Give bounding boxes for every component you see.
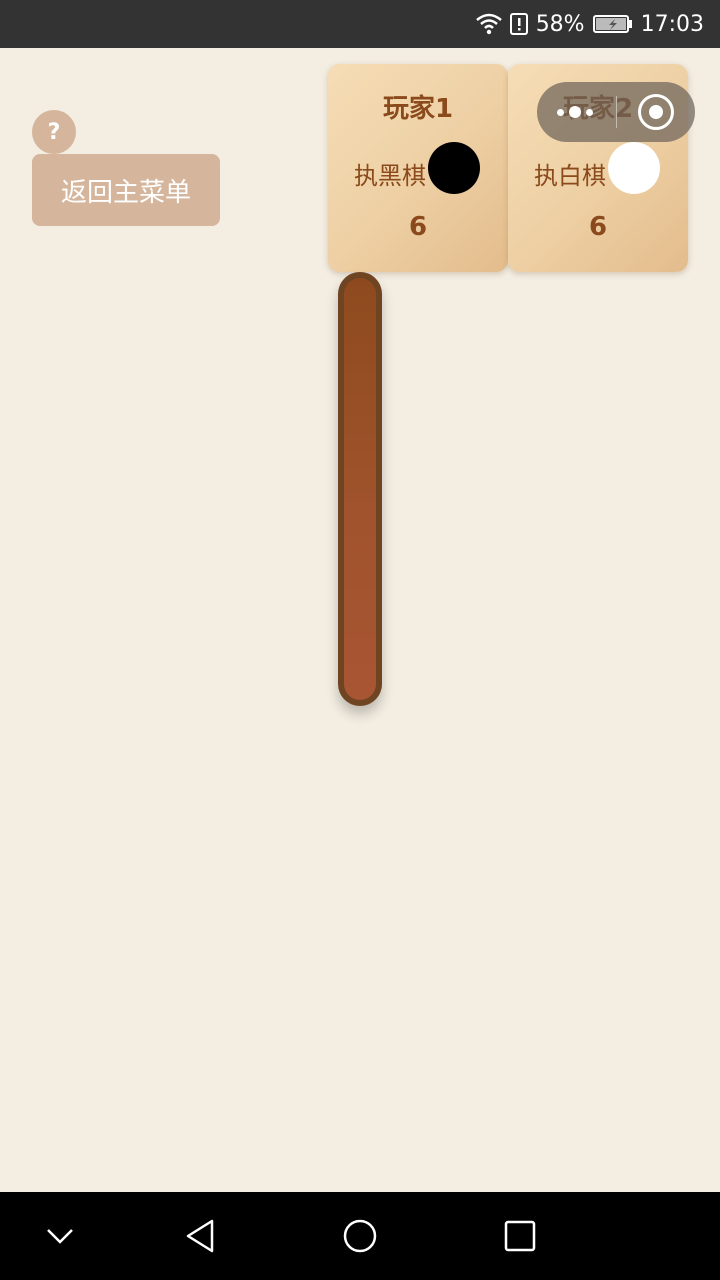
black-stone-icon [428,142,480,194]
chevron-down-icon[interactable] [20,1192,100,1280]
wifi-icon [475,13,502,35]
capsule-menu [537,82,695,142]
player-score: 6 [408,212,428,242]
help-button[interactable]: ? [32,110,76,154]
battery-percent: 58% [535,11,585,37]
recents-icon[interactable] [480,1192,560,1280]
more-icon[interactable] [557,82,617,142]
player-color-label: 执黑棋 [354,162,426,190]
board-surface[interactable] [344,278,376,700]
player-color-label: 执白棋 [534,162,606,190]
back-icon[interactable] [160,1192,240,1280]
close-target-icon[interactable] [638,94,674,130]
player-score: 6 [588,212,608,242]
player-card-1: 玩家1 执黑棋 6 [328,64,508,272]
clock: 17:03 [640,11,704,37]
capsule-divider [616,96,617,128]
status-icons: 58% 17:03 [475,0,704,48]
game-board[interactable] [338,272,382,706]
white-stone-icon [608,142,660,194]
return-main-menu-button[interactable]: 返回主菜单 [32,154,220,226]
navigation-bar [0,1192,720,1280]
battery-alert-icon [509,13,528,35]
player-name: 玩家1 [382,94,454,124]
battery-icon [592,15,632,33]
status-bar: 58% 17:03 [0,0,720,48]
home-icon[interactable] [320,1192,400,1280]
